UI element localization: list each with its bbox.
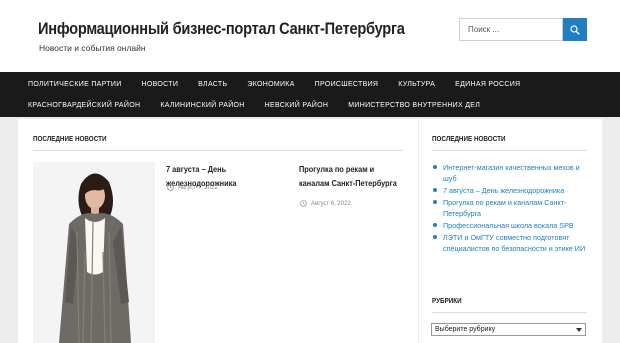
nav-item-incidents[interactable]: Происшествия: [305, 81, 389, 88]
bullet-icon: [433, 235, 437, 239]
nav-item-kalininsky[interactable]: Калининский район: [150, 102, 254, 109]
main-section-title: Последние новости: [33, 136, 107, 143]
bullet-icon: [433, 188, 437, 192]
post-meta-2: Август 6, 2022: [300, 200, 351, 207]
bullet-icon: [433, 223, 437, 227]
search-input[interactable]: [460, 19, 562, 40]
nav-item-economy[interactable]: Экономика: [237, 81, 304, 88]
chevron-down-icon: [576, 328, 582, 332]
recent-post-item[interactable]: Интернет-магазин качественных мехов и шу…: [432, 162, 587, 184]
post-date-2[interactable]: Август 6, 2022: [311, 201, 351, 207]
site-title[interactable]: Информационный бизнес-портал Санкт-Петер…: [38, 19, 405, 39]
nav-item-nevsky[interactable]: Невский район: [255, 102, 339, 109]
categories-select[interactable]: Выберите рубрику: [431, 323, 586, 336]
sidebar-recent-title: Последние новости: [432, 136, 506, 143]
nav-item-political-parties[interactable]: Политические партии: [18, 81, 132, 88]
nav-item-authority[interactable]: Власть: [188, 81, 237, 88]
section-divider: [33, 150, 403, 151]
clock-icon: [300, 200, 307, 207]
recent-post-item[interactable]: Прогулка по рекам и каналам Санкт-Петерб…: [432, 197, 587, 219]
nav-item-news[interactable]: Новости: [132, 81, 189, 88]
post-title-2[interactable]: Прогулка по рекам и каналам Санкт-Петерб…: [299, 163, 402, 191]
nav-item-united-russia[interactable]: Единая Россия: [445, 81, 530, 88]
clock-icon: [167, 184, 174, 191]
recent-post-item[interactable]: Профессиональная школа вокала SPB: [432, 220, 587, 231]
sidebar-divider: [432, 312, 587, 313]
bullet-icon: [433, 165, 437, 169]
post-thumbnail[interactable]: [33, 162, 155, 343]
recent-post-item[interactable]: 7 августа – День железнодорожника: [432, 185, 587, 196]
search-button[interactable]: [563, 18, 587, 41]
nav-row-1: Политические партии Новости Власть Эконо…: [18, 74, 530, 94]
post-date-1[interactable]: Август 7, 2022: [178, 185, 218, 191]
sidebar-divider: [432, 150, 587, 151]
bullet-icon: [433, 200, 437, 204]
recent-post-item[interactable]: ЛЭТИ и ОмГТУ совместно подготовят специа…: [432, 232, 587, 254]
post-meta-1: Август 7, 2022: [167, 184, 218, 191]
search-form: [459, 18, 563, 41]
nav-item-culture[interactable]: Культура: [388, 81, 445, 88]
categories-select-value: Выберите рубрику: [435, 326, 496, 333]
recent-posts-list: Интернет-магазин качественных мехов и шу…: [432, 162, 587, 255]
search-icon: [570, 24, 580, 35]
site-description: Новости и события онлайн: [39, 43, 146, 53]
nav-row-2: Красногвардейский район Калининский райо…: [18, 95, 490, 115]
sidebar-categories-title: Рубрики: [432, 298, 462, 305]
nav-item-krasnogvardeysky[interactable]: Красногвардейский район: [18, 102, 150, 109]
nav-item-interior-ministry[interactable]: Министерство внутренних дел: [338, 102, 490, 109]
